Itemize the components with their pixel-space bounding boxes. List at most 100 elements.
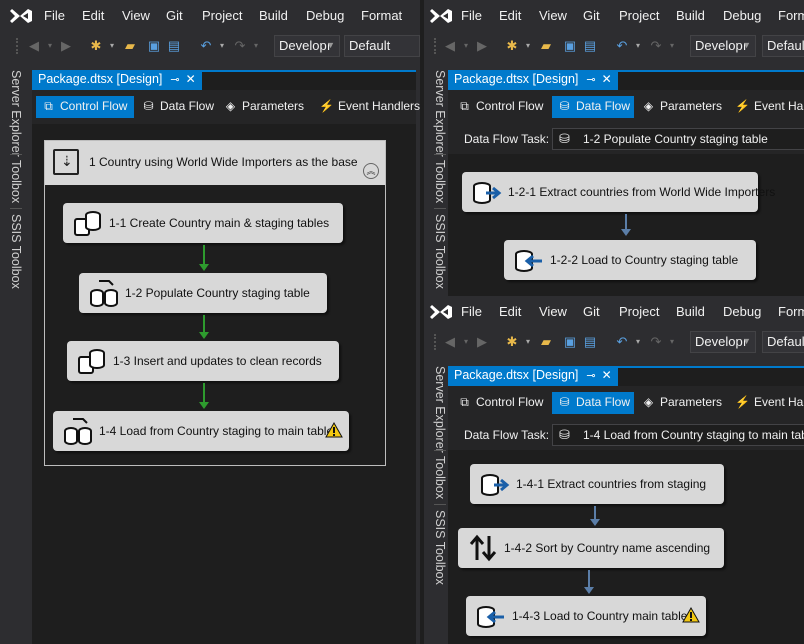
task-1-1[interactable]: 1-1 Create Country main & staging tables [63,203,343,243]
tab-data-flow[interactable]: ⛁ Data Flow [552,96,634,118]
save-icon[interactable]: ▣ [562,334,578,350]
open-folder-icon[interactable]: ▰ [538,38,554,54]
redo-icon[interactable]: ↷ [648,38,664,54]
tab-control-flow[interactable]: ⧉ Control Flow [452,392,549,414]
back-icon[interactable]: ◀ [442,334,458,350]
new-item-icon[interactable]: ✱ [504,334,520,350]
data-flow-task-select[interactable]: ⛁ 1-2 Populate Country staging table [552,128,804,150]
redo-icon[interactable]: ↷ [648,334,664,350]
solution-configuration-select[interactable]: Developı ▼ [690,35,756,57]
new-item-icon[interactable]: ✱ [504,38,520,54]
menu-format[interactable]: Form [778,8,804,23]
save-all-icon[interactable]: ▤ [582,38,598,54]
menu-file[interactable]: File [461,8,482,23]
menu-git[interactable]: Git [583,304,600,319]
warning-icon[interactable] [682,607,700,623]
menu-file[interactable]: File [461,304,482,319]
menu-git[interactable]: Git [583,8,600,23]
tab-parameters[interactable]: ◈ Parameters [636,96,728,118]
precedence-arrow[interactable] [199,315,209,339]
menu-project[interactable]: Project [619,304,659,319]
new-item-dropdown-icon[interactable]: ▾ [520,38,536,54]
redo-dropdown-icon[interactable]: ▾ [664,38,680,54]
toolbar-grip-icon[interactable] [16,38,20,54]
close-icon[interactable]: ✕ [602,72,612,86]
sidebar-tab-ssis-toolbox[interactable]: SSIS Toolbox [433,214,447,289]
sidebar-tab-ssis-toolbox[interactable]: SSIS Toolbox [9,214,23,289]
new-item-dropdown-icon[interactable]: ▾ [520,334,536,350]
menu-git[interactable]: Git [166,8,183,23]
container-header[interactable]: 1 Country using World Wide Importers as … [45,141,385,185]
tab-data-flow[interactable]: ⛁ Data Flow [136,96,220,118]
menu-build[interactable]: Build [676,8,705,23]
menu-build[interactable]: Build [259,8,288,23]
tab-event-handlers[interactable]: ⚡ Event Handlers [314,96,420,118]
visual-studio-logo-icon[interactable] [8,5,34,27]
open-folder-icon[interactable]: ▰ [538,334,554,350]
close-icon[interactable]: ✕ [186,72,196,86]
redo-icon[interactable]: ↷ [232,38,248,54]
undo-icon[interactable]: ↶ [614,334,630,350]
tab-control-flow[interactable]: ⧉ Control Flow [36,96,134,118]
sidebar-tab-server-explorer[interactable]: Server Explorer [433,366,447,453]
new-item-dropdown-icon[interactable]: ▾ [104,38,120,54]
task-1-2[interactable]: 1-2 Populate Country staging table [79,273,327,313]
control-flow-canvas[interactable]: 1 Country using World Wide Importers as … [32,124,416,644]
menu-debug[interactable]: Debug [723,8,761,23]
menu-format[interactable]: Form [778,304,804,319]
pin-icon[interactable]: ⊸ [586,74,595,86]
precedence-arrow[interactable] [199,383,209,409]
menu-project[interactable]: Project [202,8,242,23]
menu-view[interactable]: View [122,8,150,23]
sidebar-tab-server-explorer[interactable]: Server Explorer [9,70,23,157]
component-1-2-1[interactable]: 1-2-1 Extract countries from World Wide … [462,172,775,212]
tab-parameters[interactable]: ◈ Parameters [218,96,310,118]
data-path-arrow[interactable] [621,214,631,236]
sidebar-tab-toolbox[interactable]: Toolbox [433,456,447,499]
precedence-arrow[interactable] [199,245,209,271]
tab-parameters[interactable]: ◈ Parameters [636,392,728,414]
sidebar-tab-toolbox[interactable]: Toolbox [433,160,447,203]
redo-dropdown-icon[interactable]: ▾ [248,38,264,54]
solution-platform-select[interactable]: Default [762,331,804,353]
collapse-icon[interactable]: ︽ [363,163,379,179]
component-1-4-2[interactable]: 1-4-2 Sort by Country name ascending [458,528,724,568]
save-all-icon[interactable]: ▤ [582,334,598,350]
menu-view[interactable]: View [539,8,567,23]
menu-debug[interactable]: Debug [306,8,344,23]
back-dropdown-icon[interactable]: ▾ [42,38,58,54]
task-1-3[interactable]: 1-3 Insert and updates to clean records [67,341,339,381]
data-path-arrow[interactable] [590,506,600,526]
undo-dropdown-icon[interactable]: ▾ [630,334,646,350]
doc-tab-package[interactable]: Package.dtsx [Design] ⊸ ✕ [448,366,618,386]
back-dropdown-icon[interactable]: ▾ [458,38,474,54]
back-icon[interactable]: ◀ [26,38,42,54]
menu-edit[interactable]: Edit [82,8,104,23]
close-icon[interactable]: ✕ [602,368,612,382]
menu-build[interactable]: Build [676,304,705,319]
save-all-icon[interactable]: ▤ [166,38,182,54]
solution-configuration-select[interactable]: Developı ▼ [274,35,340,57]
visual-studio-logo-icon[interactable] [428,5,454,27]
toolbar-grip-icon[interactable] [434,38,438,54]
component-1-2-2[interactable]: 1-2-2 Load to Country staging table [504,240,756,280]
forward-icon[interactable]: ▶ [58,38,74,54]
doc-tab-package[interactable]: Package.dtsx [Design] ⊸ ✕ [448,70,618,90]
sequence-container[interactable]: 1 Country using World Wide Importers as … [44,140,386,466]
save-icon[interactable]: ▣ [562,38,578,54]
save-icon[interactable]: ▣ [146,38,162,54]
forward-icon[interactable]: ▶ [474,334,490,350]
redo-dropdown-icon[interactable]: ▾ [664,334,680,350]
data-flow-canvas[interactable]: 1-2-1 Extract countries from World Wide … [448,154,804,296]
warning-icon[interactable] [325,422,343,438]
menu-project[interactable]: Project [619,8,659,23]
menu-edit[interactable]: Edit [499,304,521,319]
component-1-4-1[interactable]: 1-4-1 Extract countries from staging [470,464,724,504]
data-path-arrow[interactable] [584,570,594,594]
menu-file[interactable]: File [44,8,65,23]
pin-icon[interactable]: ⊸ [586,370,595,382]
undo-icon[interactable]: ↶ [198,38,214,54]
back-icon[interactable]: ◀ [442,38,458,54]
sidebar-tab-ssis-toolbox[interactable]: SSIS Toolbox [433,510,447,585]
solution-platform-select[interactable]: Default [344,35,420,57]
